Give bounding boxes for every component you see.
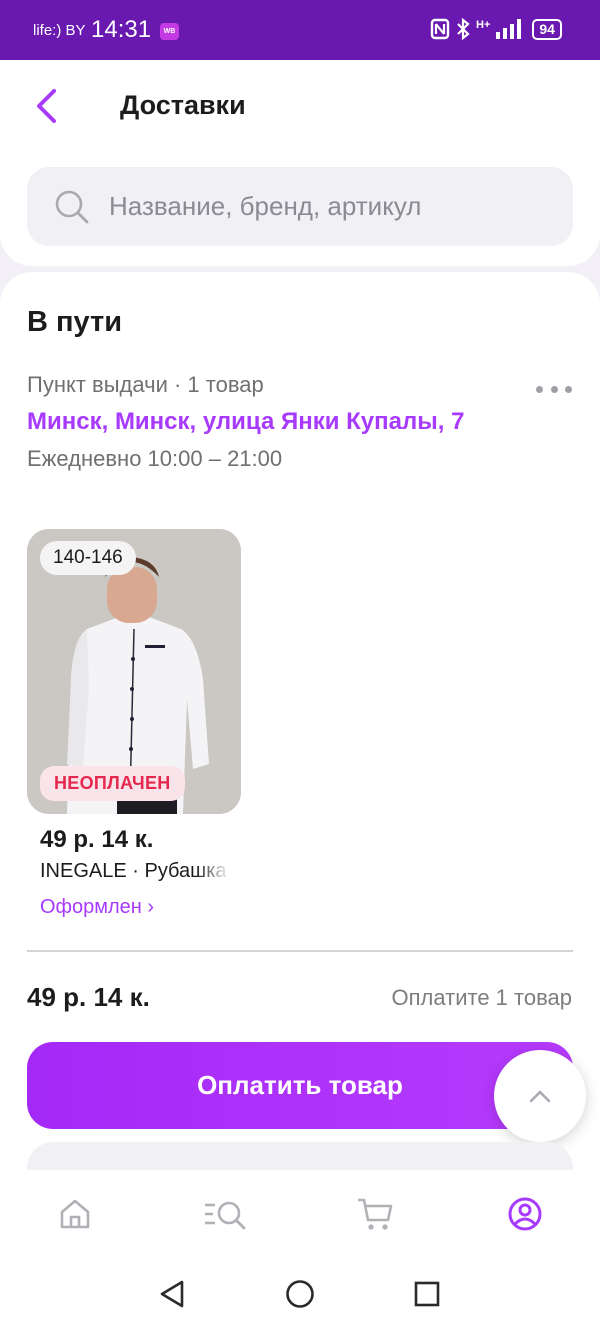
unpaid-badge: НЕОПЛАЧЕН [40, 766, 185, 801]
status-icons: H+ 94 [430, 18, 562, 40]
more-dots-icon [536, 385, 543, 393]
system-home-button[interactable] [282, 1276, 318, 1312]
search-bar[interactable] [27, 167, 573, 246]
catalog-icon [205, 1201, 246, 1230]
pickup-address[interactable]: Минск, Минск, улица Янки Купалы, 7 [27, 408, 464, 436]
network-type-label: H+ [476, 19, 491, 31]
tab-home[interactable] [53, 1192, 97, 1236]
size-badge: 140-146 [40, 541, 136, 575]
nfc-icon [430, 18, 450, 40]
total-price: 49 р. 14 к. [27, 982, 150, 1012]
search-input[interactable] [109, 167, 549, 246]
signal-icon [496, 19, 522, 39]
recents-square-icon [414, 1281, 440, 1307]
order-status-link[interactable]: Оформлен › [40, 896, 154, 919]
page-title: Доставки [120, 90, 246, 120]
clock: 14:31 [91, 16, 152, 43]
scroll-top-button[interactable] [494, 1050, 586, 1142]
delivery-status-title: В пути [27, 306, 123, 338]
pickup-hours: Ежедневно 10:00 – 21:00 [27, 446, 283, 471]
back-triangle-icon [160, 1280, 184, 1308]
tab-cart[interactable] [353, 1192, 397, 1236]
battery-icon: 94 [532, 18, 562, 40]
tab-catalog[interactable] [203, 1192, 247, 1236]
item-price: 49 р. 14 к. [40, 826, 154, 853]
system-back-button[interactable] [154, 1276, 190, 1312]
divider [27, 950, 573, 952]
product-image[interactable]: 140-146 НЕОПЛАЧЕН [27, 529, 241, 814]
bottom-tab-bar [0, 1170, 600, 1258]
tab-profile[interactable] [503, 1192, 547, 1236]
profile-icon [508, 1197, 542, 1231]
status-bar: life:) BY 14:31 WB H+ 94 [0, 0, 600, 60]
system-navigation-bar [0, 1258, 600, 1326]
carrier-label: life:) BY [33, 22, 86, 39]
chevron-up-icon [529, 1090, 551, 1103]
more-options-button[interactable] [534, 378, 574, 400]
pay-button[interactable]: Оплатить товар [27, 1042, 573, 1129]
home-circle-icon [286, 1280, 314, 1308]
bluetooth-icon [457, 18, 470, 40]
home-icon [60, 1199, 90, 1229]
search-icon [55, 190, 89, 224]
total-note: Оплатите 1 товар [391, 985, 572, 1010]
item-name: INEGALE · Рубашка [40, 860, 227, 882]
cart-icon [358, 1198, 393, 1230]
chevron-left-icon [37, 89, 56, 123]
system-recents-button[interactable] [409, 1276, 445, 1312]
wb-notification-icon: WB [160, 23, 179, 40]
back-button[interactable] [28, 86, 64, 126]
pickup-meta: Пункт выдачи · 1 товар [27, 372, 264, 397]
